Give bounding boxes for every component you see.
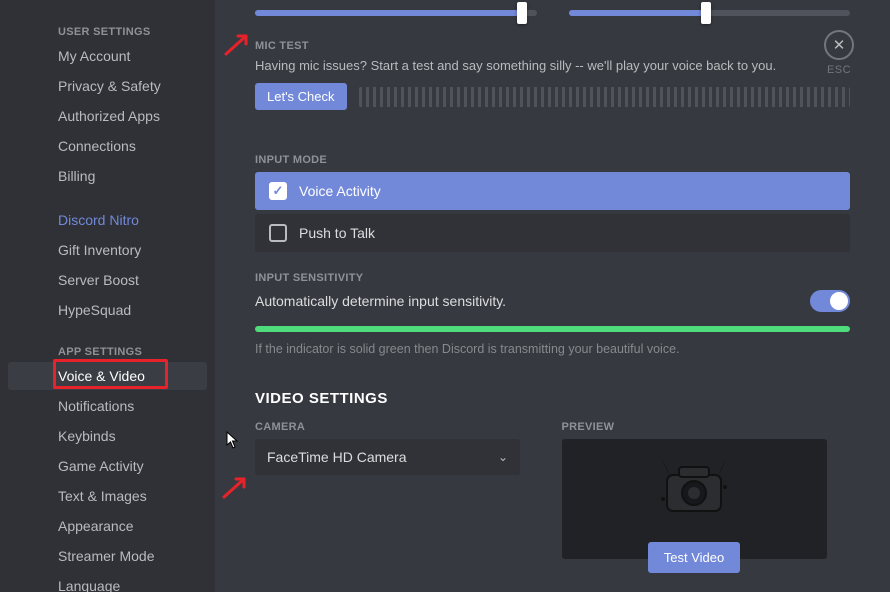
settings-sidebar: USER SETTINGS My Account Privacy & Safet… [0, 0, 215, 592]
mic-level-meter [359, 87, 850, 107]
sidebar-item-notifications[interactable]: Notifications [8, 392, 207, 420]
input-volume-slider[interactable] [255, 4, 537, 22]
sidebar-item-hypesquad[interactable]: HypeSquad [8, 296, 207, 324]
sensitivity-header: INPUT SENSITIVITY [255, 272, 850, 284]
settings-content: MIC TEST Having mic issues? Start a test… [215, 0, 890, 592]
video-preview: Test Video [562, 439, 827, 559]
sidebar-header-user: USER SETTINGS [8, 20, 207, 42]
input-mode-header: INPUT MODE [255, 154, 850, 166]
sidebar-item-server-boost[interactable]: Server Boost [8, 266, 207, 294]
preview-label: PREVIEW [562, 421, 851, 433]
sensitivity-text: Automatically determine input sensitivit… [255, 293, 506, 309]
sidebar-item-language[interactable]: Language [8, 572, 207, 592]
mic-test-header: MIC TEST [255, 40, 850, 52]
sidebar-item-billing[interactable]: Billing [8, 162, 207, 190]
test-video-button[interactable]: Test Video [648, 542, 740, 573]
chevron-down-icon: ⌄ [498, 450, 508, 464]
sidebar-item-privacy[interactable]: Privacy & Safety [8, 72, 207, 100]
input-mode-label: Voice Activity [299, 183, 381, 199]
camera-icon [649, 453, 739, 518]
sensitivity-hint: If the indicator is solid green then Dis… [255, 342, 850, 356]
output-volume-slider[interactable] [569, 4, 851, 22]
input-mode-voice-activity[interactable]: ✓ Voice Activity [255, 172, 850, 210]
video-settings-header: VIDEO SETTINGS [255, 390, 850, 407]
mic-test-button[interactable]: Let's Check [255, 83, 347, 110]
input-mode-label: Push to Talk [299, 225, 375, 241]
camera-value: FaceTime HD Camera [267, 449, 407, 465]
sidebar-header-app: APP SETTINGS [8, 340, 207, 362]
mic-test-text: Having mic issues? Start a test and say … [255, 58, 850, 73]
sidebar-item-appearance[interactable]: Appearance [8, 512, 207, 540]
sidebar-item-my-account[interactable]: My Account [8, 42, 207, 70]
sidebar-item-nitro[interactable]: Discord Nitro [8, 206, 207, 234]
sidebar-item-gift-inventory[interactable]: Gift Inventory [8, 236, 207, 264]
sidebar-item-streamer-mode[interactable]: Streamer Mode [8, 542, 207, 570]
sidebar-item-text-images[interactable]: Text & Images [8, 482, 207, 510]
sidebar-item-connections[interactable]: Connections [8, 132, 207, 160]
sidebar-item-keybinds[interactable]: Keybinds [8, 422, 207, 450]
camera-select[interactable]: FaceTime HD Camera ⌄ [255, 439, 520, 475]
checkbox-unchecked-icon [269, 224, 287, 242]
sensitivity-indicator [255, 326, 850, 332]
annotation-highlight [53, 359, 168, 389]
sidebar-item-authorized-apps[interactable]: Authorized Apps [8, 102, 207, 130]
sidebar-item-game-activity[interactable]: Game Activity [8, 452, 207, 480]
auto-sensitivity-toggle[interactable] [810, 290, 850, 312]
input-mode-push-to-talk[interactable]: Push to Talk [255, 214, 850, 252]
camera-label: CAMERA [255, 421, 544, 433]
checkbox-checked-icon: ✓ [269, 182, 287, 200]
sidebar-item-voice-video[interactable]: Voice & Video [8, 362, 207, 390]
